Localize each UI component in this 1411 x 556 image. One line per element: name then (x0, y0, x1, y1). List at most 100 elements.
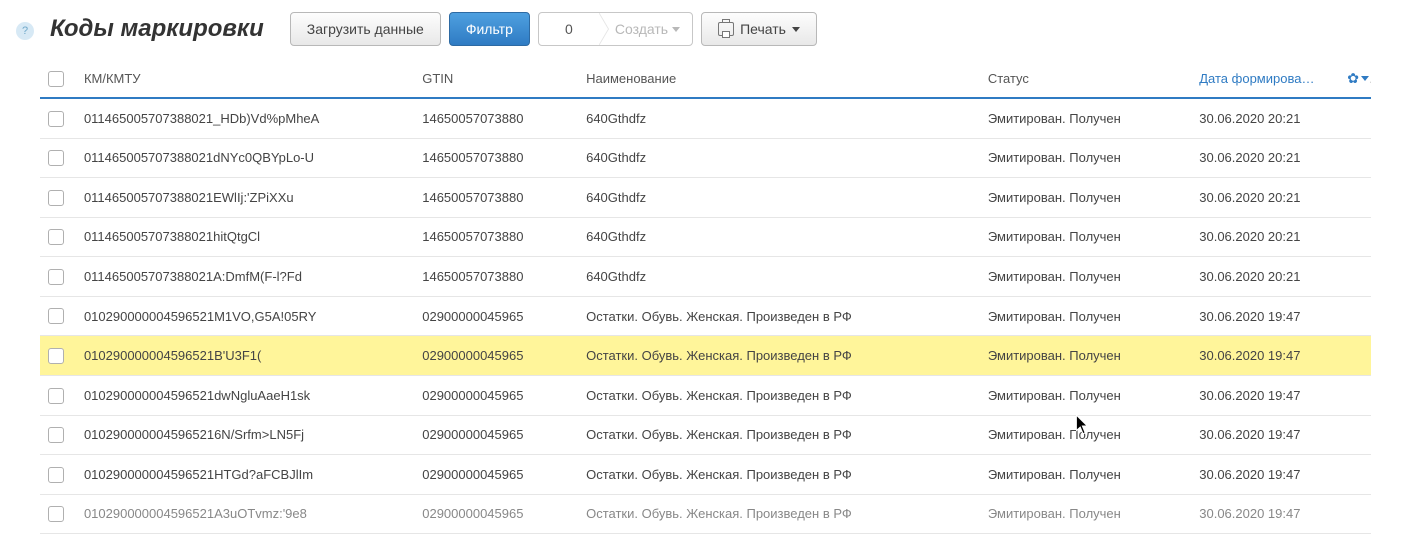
cell-date: 30.06.2020 20:21 (1191, 98, 1339, 138)
cell-date: 30.06.2020 20:21 (1191, 138, 1339, 178)
table-row[interactable]: 011465005707388021_HDb)Vd%pMheA146500570… (40, 98, 1371, 138)
cell-empty (1339, 455, 1371, 495)
table-row[interactable]: 010290000004596521HTGd?aFCBJlIm029000000… (40, 455, 1371, 495)
row-checkbox-cell (40, 415, 76, 455)
row-checkbox[interactable] (48, 427, 64, 443)
column-header-settings: ✿ (1339, 60, 1371, 98)
print-button[interactable]: Печать (701, 12, 817, 46)
row-checkbox[interactable] (48, 229, 64, 245)
table-row[interactable]: 010290000004596521M1VO,G5A!05RY029000000… (40, 296, 1371, 336)
row-checkbox-cell (40, 257, 76, 297)
row-checkbox[interactable] (48, 150, 64, 166)
print-label: Печать (740, 21, 786, 37)
column-header-status[interactable]: Статус (980, 60, 1191, 98)
selected-count: 0 (539, 21, 599, 37)
cell-date: 30.06.2020 19:47 (1191, 415, 1339, 455)
table-row[interactable]: 010290000004596521dwNgluAaeH1sk029000000… (40, 375, 1371, 415)
filter-button[interactable]: Фильтр (449, 12, 530, 46)
row-checkbox[interactable] (48, 269, 64, 285)
row-checkbox[interactable] (48, 190, 64, 206)
row-checkbox[interactable] (48, 308, 64, 324)
cell-status: Эмитирован. Получен (980, 138, 1191, 178)
cell-name: Остатки. Обувь. Женская. Произведен в РФ (578, 336, 980, 376)
cell-km: 011465005707388021hitQtgCl (76, 217, 414, 257)
table-row[interactable]: 0102900000045965216N/Srfm>LN5Fj029000000… (40, 415, 1371, 455)
cell-status: Эмитирован. Получен (980, 455, 1191, 495)
cell-empty (1339, 415, 1371, 455)
row-checkbox[interactable] (48, 348, 64, 364)
row-checkbox-cell (40, 455, 76, 495)
cell-date: 30.06.2020 19:47 (1191, 494, 1339, 534)
select-all-checkbox[interactable] (48, 71, 64, 87)
cell-status: Эмитирован. Получен (980, 296, 1191, 336)
cell-name: 640Gthdfz (578, 138, 980, 178)
column-header-gtin[interactable]: GTIN (414, 60, 578, 98)
cell-km: 0102900000045965216N/Srfm>LN5Fj (76, 415, 414, 455)
cell-empty (1339, 217, 1371, 257)
column-header-km[interactable]: КМ/КМТУ (76, 60, 414, 98)
table-row[interactable]: 010290000004596521B'U3F1(02900000045965О… (40, 336, 1371, 376)
table-row[interactable]: 010290000004596521A3uOTvmz:'9e8029000000… (40, 494, 1371, 534)
cell-status: Эмитирован. Получен (980, 217, 1191, 257)
cell-km: 011465005707388021EWlIj:'ZPiXXu (76, 178, 414, 218)
table-row[interactable]: 011465005707388021hitQtgCl14650057073880… (40, 217, 1371, 257)
table-row[interactable]: 011465005707388021dNYc0QBYpLo-U146500570… (40, 138, 1371, 178)
row-checkbox-cell (40, 494, 76, 534)
cell-km: 010290000004596521A3uOTvmz:'9e8 (76, 494, 414, 534)
create-label: Создать (615, 21, 668, 37)
row-checkbox-cell (40, 138, 76, 178)
gear-icon: ✿ (1347, 70, 1359, 87)
cell-gtin: 02900000045965 (414, 494, 578, 534)
cell-name: Остатки. Обувь. Женская. Произведен в РФ (578, 375, 980, 415)
table-row[interactable]: 011465005707388021EWlIj:'ZPiXXu146500570… (40, 178, 1371, 218)
cell-status: Эмитирован. Получен (980, 494, 1191, 534)
row-checkbox-cell (40, 296, 76, 336)
row-checkbox[interactable] (48, 467, 64, 483)
chevron-down-icon (672, 27, 680, 32)
cell-gtin: 02900000045965 (414, 415, 578, 455)
cell-gtin: 02900000045965 (414, 296, 578, 336)
cell-date: 30.06.2020 20:21 (1191, 257, 1339, 297)
page-title: Коды маркировки (50, 15, 264, 43)
create-group: 0 Создать (538, 12, 693, 46)
cell-name: Остатки. Обувь. Женская. Произведен в РФ (578, 494, 980, 534)
cell-km: 011465005707388021A:DmfM(F-l?Fd (76, 257, 414, 297)
cell-status: Эмитирован. Получен (980, 98, 1191, 138)
cell-date: 30.06.2020 19:47 (1191, 296, 1339, 336)
cell-empty (1339, 178, 1371, 218)
cell-gtin: 14650057073880 (414, 257, 578, 297)
cell-km: 010290000004596521M1VO,G5A!05RY (76, 296, 414, 336)
row-checkbox[interactable] (48, 506, 64, 522)
cell-empty (1339, 257, 1371, 297)
load-data-button[interactable]: Загрузить данные (290, 12, 441, 46)
cell-date: 30.06.2020 20:21 (1191, 178, 1339, 218)
cell-gtin: 14650057073880 (414, 98, 578, 138)
cell-empty (1339, 296, 1371, 336)
row-checkbox[interactable] (48, 111, 64, 127)
cell-km: 010290000004596521HTGd?aFCBJlIm (76, 455, 414, 495)
column-header-name[interactable]: Наименование (578, 60, 980, 98)
cell-name: 640Gthdfz (578, 217, 980, 257)
cell-empty (1339, 494, 1371, 534)
cell-status: Эмитирован. Получен (980, 178, 1191, 218)
table-row[interactable]: 011465005707388021A:DmfM(F-l?Fd146500570… (40, 257, 1371, 297)
cell-km: 010290000004596521dwNgluAaeH1sk (76, 375, 414, 415)
cell-empty (1339, 375, 1371, 415)
cell-km: 011465005707388021dNYc0QBYpLo-U (76, 138, 414, 178)
cell-gtin: 02900000045965 (414, 455, 578, 495)
cell-status: Эмитирован. Получен (980, 375, 1191, 415)
table-settings-button[interactable]: ✿ (1347, 70, 1369, 87)
cell-gtin: 14650057073880 (414, 138, 578, 178)
row-checkbox[interactable] (48, 388, 64, 404)
cell-date: 30.06.2020 20:21 (1191, 217, 1339, 257)
cell-gtin: 14650057073880 (414, 178, 578, 218)
column-header-date[interactable]: Дата формирова… (1191, 60, 1339, 98)
cell-name: Остатки. Обувь. Женская. Произведен в РФ (578, 296, 980, 336)
row-checkbox-cell (40, 178, 76, 218)
cell-status: Эмитирован. Получен (980, 415, 1191, 455)
row-checkbox-cell (40, 336, 76, 376)
cell-name: Остатки. Обувь. Женская. Произведен в РФ (578, 415, 980, 455)
arrow-separator-icon (599, 12, 609, 46)
chevron-down-icon (792, 27, 800, 32)
help-icon[interactable]: ? (16, 22, 34, 40)
